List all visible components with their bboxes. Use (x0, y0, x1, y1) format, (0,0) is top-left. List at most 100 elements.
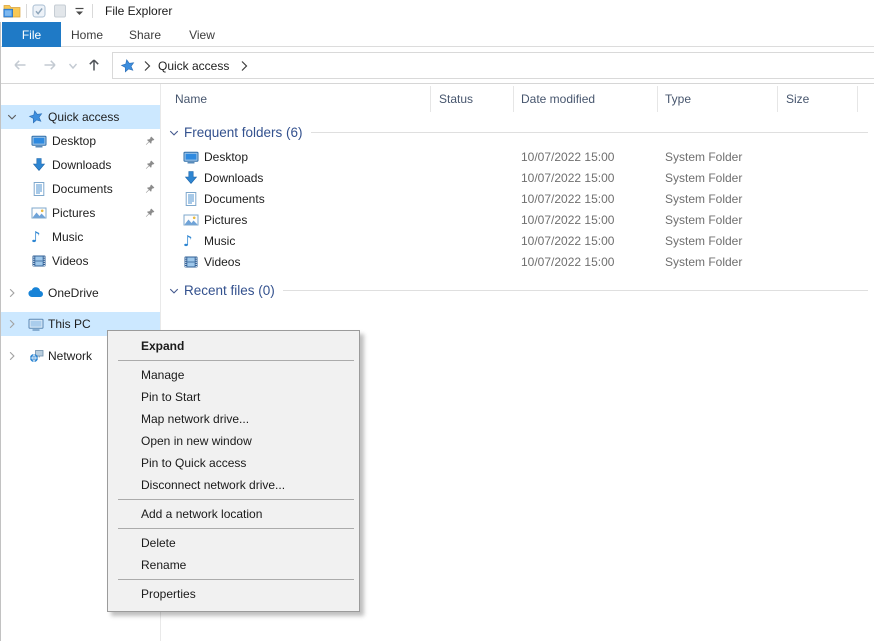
desktop-icon (31, 133, 47, 149)
sidebar-item-documents[interactable]: Documents (0, 177, 160, 201)
column-separator[interactable] (657, 86, 658, 112)
sidebar-item-quick-access[interactable]: Quick access (0, 105, 160, 129)
group-chevron-down-icon[interactable] (168, 127, 180, 139)
sidebar-item-label: Quick access (48, 110, 119, 124)
menu-separator (118, 528, 354, 529)
menu-item-open-in-new-window[interactable]: Open in new window (108, 430, 359, 452)
address-bar: Quick access (0, 47, 874, 84)
file-type: System Folder (665, 213, 742, 227)
back-button[interactable] (12, 57, 28, 73)
breadcrumb-chevron-icon[interactable] (142, 60, 152, 72)
column-separator[interactable] (513, 86, 514, 112)
videos-icon (31, 253, 47, 269)
music-icon: ♪ (31, 229, 47, 245)
tab-home[interactable]: Home (64, 22, 110, 47)
window-border (0, 22, 1, 641)
qat-separator (92, 4, 93, 18)
menu-item-expand[interactable]: Expand (108, 335, 359, 357)
menu-item-disconnect-network-drive[interactable]: Disconnect network drive... (108, 474, 359, 496)
chevron-right-icon[interactable] (6, 350, 18, 362)
sidebar-item-label: Pictures (52, 206, 95, 220)
menu-separator (118, 360, 354, 361)
file-name: Desktop (204, 150, 248, 164)
file-explorer-window: { "colors": { "accent_tab": "#1f7ac6", "… (0, 0, 874, 641)
tab-view[interactable]: View (178, 22, 226, 47)
context-menu: Expand ManagePin to StartMap network driv… (107, 330, 360, 612)
menu-item-rename[interactable]: Rename (108, 554, 359, 576)
chevron-right-icon[interactable] (6, 287, 18, 299)
column-header-type[interactable]: Type (665, 92, 691, 106)
sidebar-item-videos[interactable]: Videos (0, 249, 160, 273)
column-separator[interactable] (430, 86, 431, 112)
group-label: Recent files (0) (184, 283, 275, 298)
sidebar-item-onedrive[interactable]: OneDrive (0, 281, 160, 305)
tab-share[interactable]: Share (120, 22, 170, 47)
file-row-documents[interactable]: Documents10/07/2022 15:00System Folder (161, 189, 874, 210)
sidebar-item-label: OneDrive (48, 286, 99, 300)
breadcrumb-chevron-icon[interactable] (239, 60, 249, 72)
onedrive-cloud-icon (28, 285, 44, 301)
file-name: Pictures (204, 213, 247, 227)
customize-qat-dropdown-icon[interactable] (73, 5, 86, 18)
menu-item-properties[interactable]: Properties (108, 583, 359, 605)
sidebar-item-downloads[interactable]: Downloads (0, 153, 160, 177)
file-type: System Folder (665, 171, 742, 185)
properties-check-icon[interactable] (31, 3, 47, 19)
group-chevron-down-icon[interactable] (168, 285, 180, 297)
sidebar-item-label: Network (48, 349, 92, 363)
menu-item-delete[interactable]: Delete (108, 532, 359, 554)
menu-item-manage[interactable]: Manage (108, 364, 359, 386)
file-type: System Folder (665, 150, 742, 164)
file-type: System Folder (665, 234, 742, 248)
menu-item-add-a-network-location[interactable]: Add a network location (108, 503, 359, 525)
column-header-status[interactable]: Status (439, 92, 473, 106)
group-label: Frequent folders (6) (184, 125, 303, 140)
downloads-icon (183, 170, 199, 186)
file-row-music[interactable]: ♪Music10/07/2022 15:00System Folder (161, 231, 874, 252)
group-header-frequent-folders-6[interactable]: Frequent folders (6) (161, 124, 868, 141)
sidebar-item-label: Downloads (52, 158, 111, 172)
column-header-date-modified[interactable]: Date modified (521, 92, 595, 106)
sidebar-item-pictures[interactable]: Pictures (0, 201, 160, 225)
column-header-size[interactable]: Size (786, 92, 809, 106)
sidebar-item-label: Documents (52, 182, 113, 196)
sidebar-item-label: This PC (48, 317, 91, 331)
file-type: System Folder (665, 255, 742, 269)
new-folder-icon[interactable] (52, 3, 68, 19)
column-separator[interactable] (777, 86, 778, 112)
breadcrumb-segment[interactable]: Quick access (158, 59, 229, 73)
music-icon: ♪ (183, 233, 199, 249)
pin-icon (144, 183, 156, 195)
pictures-icon (31, 205, 47, 221)
menu-separator (118, 499, 354, 500)
file-row-downloads[interactable]: Downloads10/07/2022 15:00System Folder (161, 168, 874, 189)
file-row-videos[interactable]: Videos10/07/2022 15:00System Folder (161, 252, 874, 273)
explorer-logo-icon (3, 3, 21, 19)
network-icon (28, 348, 44, 364)
file-row-pictures[interactable]: Pictures10/07/2022 15:00System Folder (161, 210, 874, 231)
file-date-modified: 10/07/2022 15:00 (521, 192, 614, 206)
column-header-name[interactable]: Name (175, 92, 207, 106)
up-button[interactable] (86, 57, 102, 73)
documents-icon (31, 181, 47, 197)
sidebar-item-music[interactable]: ♪Music (0, 225, 160, 249)
file-name: Videos (204, 255, 240, 269)
chevron-right-icon[interactable] (6, 318, 18, 330)
qat-separator (26, 4, 27, 18)
chevron-down-icon[interactable] (6, 111, 18, 123)
file-row-desktop[interactable]: Desktop10/07/2022 15:00System Folder (161, 147, 874, 168)
menu-item-map-network-drive[interactable]: Map network drive... (108, 408, 359, 430)
tab-file[interactable]: File (2, 22, 61, 47)
file-name: Music (204, 234, 235, 248)
menu-item-pin-to-quick-access[interactable]: Pin to Quick access (108, 452, 359, 474)
menu-item-pin-to-start[interactable]: Pin to Start (108, 386, 359, 408)
sidebar-item-desktop[interactable]: Desktop (0, 129, 160, 153)
sidebar-item-label: Videos (52, 254, 88, 268)
group-rule (283, 290, 868, 291)
column-separator[interactable] (857, 86, 858, 112)
pin-icon (144, 135, 156, 147)
address-field[interactable]: Quick access (112, 52, 874, 79)
group-header-recent-files-0[interactable]: Recent files (0) (161, 282, 868, 299)
recent-locations-dropdown-icon[interactable] (66, 59, 80, 75)
forward-button[interactable] (42, 57, 58, 73)
